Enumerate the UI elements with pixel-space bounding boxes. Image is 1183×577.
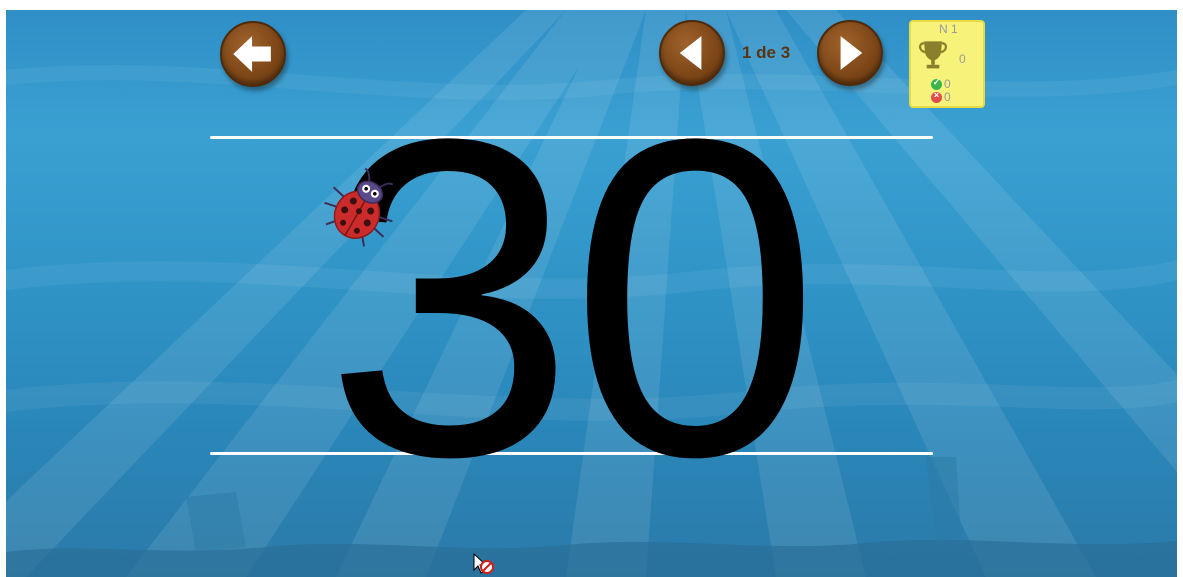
level-label: N 1 (939, 22, 958, 36)
score-panel: N 1 0 ✓ 0 × 0 (909, 20, 985, 108)
check-icon: ✓ (931, 77, 942, 90)
next-button[interactable] (817, 20, 883, 86)
no-action-cursor-icon (473, 552, 494, 574)
game-stage: 1 de 3 N 1 0 ✓ 0 × 0 30 (6, 10, 1177, 577)
error-value: 0 (944, 90, 951, 104)
points-value: 0 (959, 52, 966, 66)
arrow-left-icon (233, 36, 271, 72)
tracing-number[interactable]: 30 (324, 72, 821, 524)
triangle-right-icon (840, 36, 863, 70)
ladybug-guide[interactable] (316, 160, 408, 252)
correct-value: 0 (944, 77, 951, 91)
trophy-icon (918, 41, 948, 69)
cross-icon: × (931, 90, 942, 103)
error-count: × 0 (931, 90, 951, 104)
back-button[interactable] (220, 21, 286, 87)
